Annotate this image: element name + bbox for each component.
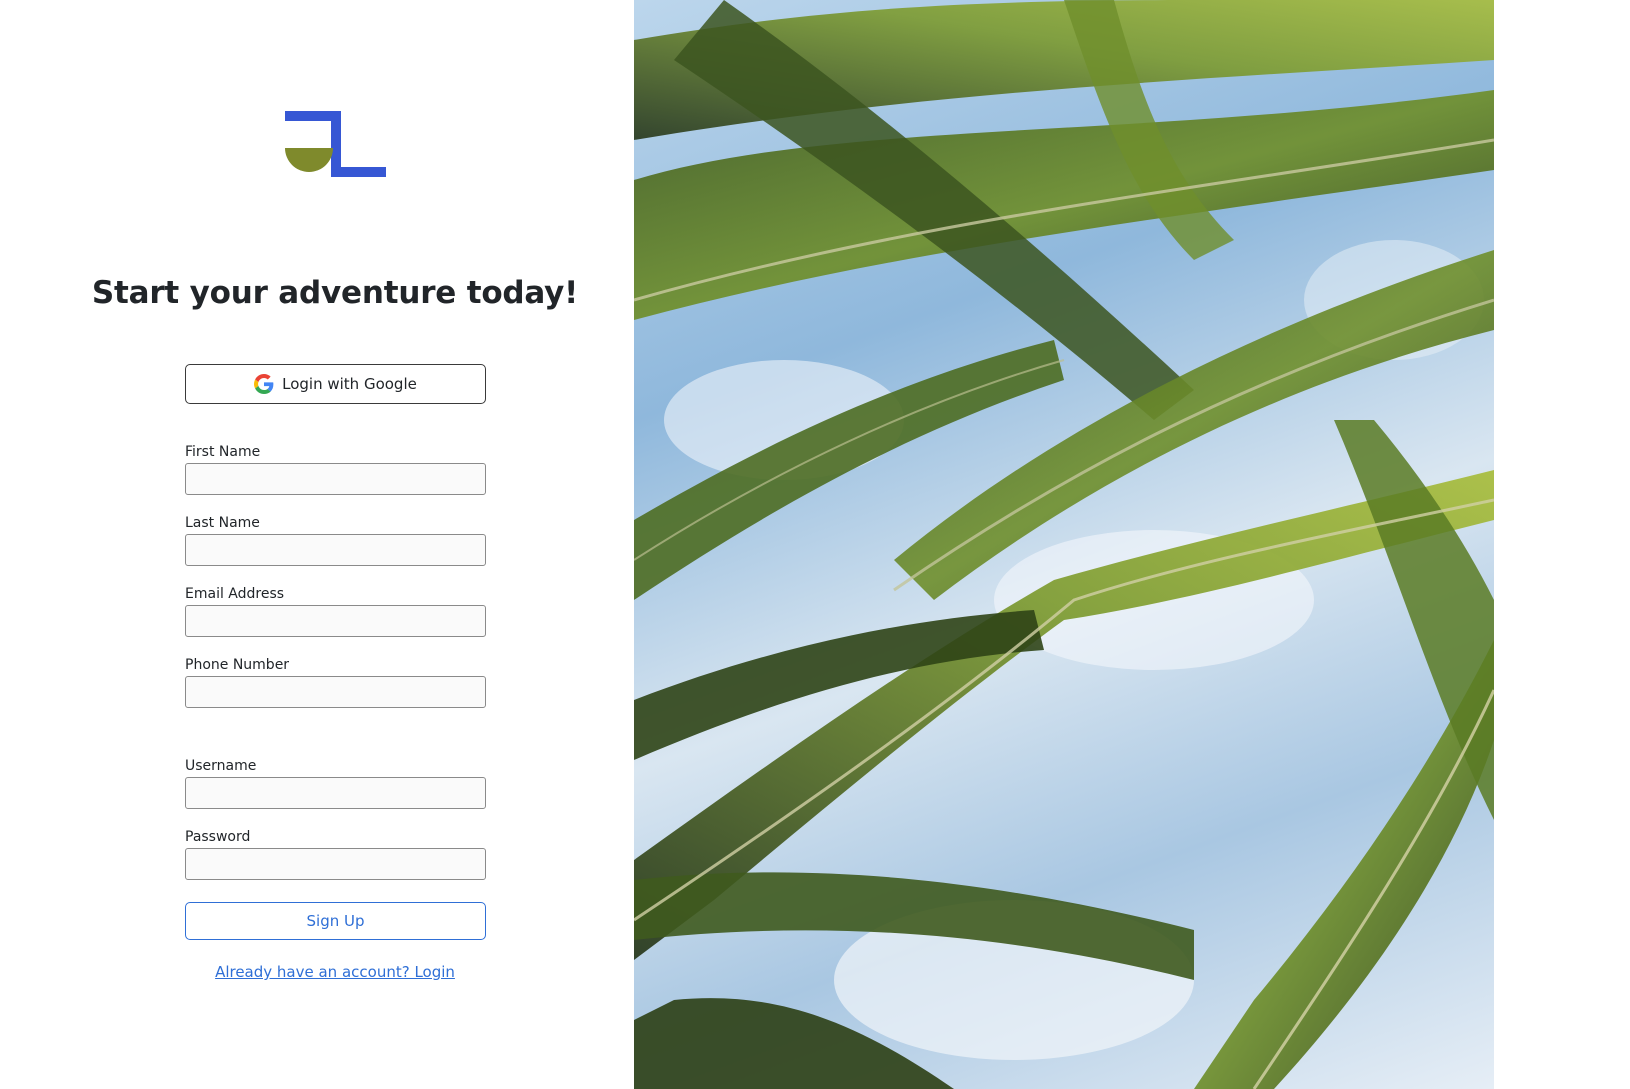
login-link[interactable]: Already have an account? Login [0,963,670,981]
signup-panel: Start your adventure today! Login with G… [0,0,634,1089]
first-name-label: First Name [185,444,261,460]
username-field[interactable] [185,777,486,809]
phone-label: Phone Number [185,657,290,673]
email-field[interactable] [185,605,486,637]
google-button-label: Login with Google [282,375,417,393]
google-g-icon [254,374,274,394]
username-label: Username [185,758,257,774]
last-name-label: Last Name [185,515,260,531]
palm-leaves-illustration [634,0,1494,1089]
page-title: Start your adventure today! [91,275,579,311]
login-with-google-button[interactable]: Login with Google [185,364,486,404]
palm-tree-photo [634,0,1494,1089]
password-label: Password [185,829,251,845]
first-name-field[interactable] [185,463,486,495]
sign-up-button[interactable]: Sign Up [185,902,486,940]
password-field[interactable] [185,848,486,880]
phone-field[interactable] [185,676,486,708]
email-label: Email Address [185,586,285,602]
last-name-field[interactable] [185,534,486,566]
brand-logo [285,111,386,177]
